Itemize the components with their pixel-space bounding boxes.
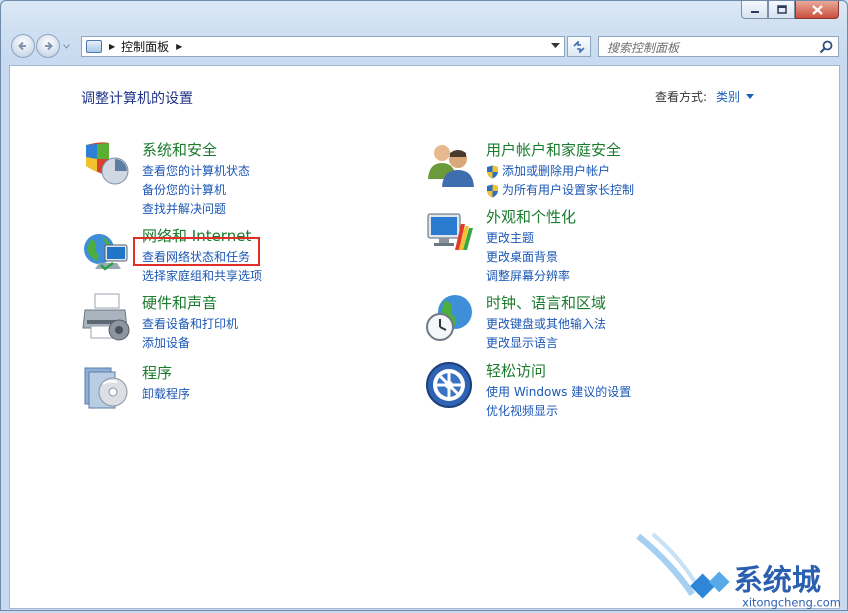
link-item[interactable]: 优化视频显示 — [486, 402, 631, 421]
search-icon[interactable] — [819, 40, 833, 54]
monitor-palette-icon[interactable] — [425, 206, 475, 256]
category-heading[interactable]: 硬件和声音 — [142, 292, 217, 313]
breadcrumb-separator-icon[interactable]: ▶ — [176, 42, 182, 51]
link-item[interactable]: 更改桌面背景 — [486, 248, 570, 267]
uac-shield-icon — [487, 165, 498, 178]
ease-of-access-icon[interactable] — [425, 360, 475, 410]
clock-globe-icon[interactable] — [425, 292, 475, 342]
link-item[interactable]: 查看您的计算机状态 — [142, 162, 250, 181]
back-button[interactable] — [11, 34, 35, 58]
xitongcheng-watermark-logo: 系统城 xitongcheng.com — [636, 532, 841, 610]
category-heading[interactable]: 程序 — [142, 362, 172, 383]
chevron-down-icon — [62, 43, 70, 49]
category-programs: 程序 卸载程序 — [81, 362, 381, 412]
minimize-icon — [750, 10, 759, 13]
view-by-dropdown[interactable]: 类别 — [716, 88, 740, 105]
programs-disc-icon[interactable] — [81, 362, 131, 412]
window-caption-buttons — [741, 1, 839, 19]
link-item[interactable]: 更改显示语言 — [486, 334, 606, 353]
page-title: 调整计算机的设置 — [81, 91, 193, 107]
category-heading[interactable]: 外观和个性化 — [486, 206, 576, 227]
category-system-security: 系统和安全 查看您的计算机状态 备份您的计算机 查找并解决问题 — [81, 139, 381, 216]
link-item[interactable]: 更改主题 — [486, 229, 570, 248]
search-box — [598, 36, 839, 58]
link-text[interactable]: 添加或删除用户帐户 — [502, 162, 610, 181]
view-by-control: 查看方式: 类别 — [655, 88, 755, 105]
category-user-accounts: 用户帐户和家庭安全 添加或删除用户帐户 为所有用户设置家长控制 — [425, 139, 745, 199]
minimize-button[interactable] — [741, 1, 768, 19]
close-button[interactable] — [795, 1, 839, 19]
highlight-box — [133, 237, 260, 266]
link-item[interactable]: 查找并解决问题 — [142, 200, 250, 219]
shield-icon[interactable] — [81, 139, 131, 189]
refresh-button[interactable] — [567, 36, 591, 57]
refresh-icon — [573, 40, 585, 53]
link-item[interactable]: 更改键盘或其他输入法 — [486, 315, 606, 334]
link-item[interactable]: 为所有用户设置家长控制 — [486, 181, 634, 200]
watermark-url: xitongcheng.com — [742, 596, 841, 610]
view-by-label: 查看方式: — [655, 90, 708, 104]
users-icon[interactable] — [425, 139, 475, 189]
chevron-down-icon[interactable] — [746, 94, 755, 99]
breadcrumb-separator-icon[interactable]: ▶ — [109, 42, 115, 51]
address-dropdown-icon[interactable] — [551, 43, 560, 49]
printer-icon[interactable] — [81, 292, 131, 342]
forward-button[interactable] — [36, 34, 60, 58]
link-item[interactable]: 添加设备 — [142, 334, 238, 353]
link-item[interactable]: 添加或删除用户帐户 — [486, 162, 634, 181]
navigation-buttons — [11, 34, 71, 58]
network-globe-icon[interactable] — [81, 225, 131, 275]
category-heading[interactable]: 系统和安全 — [142, 139, 217, 160]
content-area: 调整计算机的设置 查看方式: 类别 系统和安全 查看您的计算机状态 备份您的计算… — [9, 65, 841, 610]
address-bar[interactable]: ▶ 控制面板 ▶ — [81, 36, 565, 57]
category-heading[interactable]: 时钟、语言和区域 — [486, 292, 606, 313]
link-item[interactable]: 使用 Windows 建议的设置 — [486, 383, 631, 402]
uac-shield-icon — [487, 184, 498, 197]
link-item[interactable]: 选择家庭组和共享选项 — [142, 267, 262, 286]
recent-pages-dropdown[interactable] — [61, 34, 71, 58]
close-icon — [811, 4, 823, 15]
category-appearance: 外观和个性化 更改主题 更改桌面背景 调整屏幕分辨率 — [425, 206, 745, 283]
category-heading[interactable]: 轻松访问 — [486, 360, 546, 381]
link-item[interactable]: 调整屏幕分辨率 — [486, 267, 570, 286]
breadcrumb-control-panel[interactable]: 控制面板 — [121, 38, 169, 55]
control-panel-icon — [86, 40, 102, 53]
maximize-icon — [776, 5, 787, 14]
maximize-button[interactable] — [768, 1, 795, 19]
link-item[interactable]: 卸载程序 — [142, 385, 190, 404]
category-ease-of-access: 轻松访问 使用 Windows 建议的设置 优化视频显示 — [425, 360, 745, 420]
control-panel-window: ▶ 控制面板 ▶ 调整计算机的设置 查看方式: 类别 系统和安全 — [0, 0, 848, 611]
category-clock-language-region: 时钟、语言和区域 更改键盘或其他输入法 更改显示语言 — [425, 292, 745, 352]
link-text[interactable]: 为所有用户设置家长控制 — [502, 181, 634, 200]
forward-arrow-icon — [45, 41, 53, 51]
category-hardware-sound: 硬件和声音 查看设备和打印机 添加设备 — [81, 292, 381, 352]
back-arrow-icon — [18, 41, 26, 51]
link-item[interactable]: 查看设备和打印机 — [142, 315, 238, 334]
search-input[interactable] — [599, 38, 817, 58]
watermark-brand: 系统城 — [734, 563, 821, 597]
link-item[interactable]: 备份您的计算机 — [142, 181, 250, 200]
category-heading[interactable]: 用户帐户和家庭安全 — [486, 139, 621, 160]
